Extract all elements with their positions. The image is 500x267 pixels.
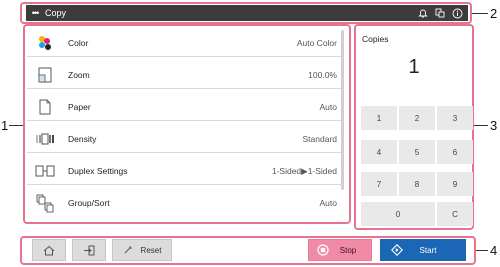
callout-number-2: 2	[490, 6, 498, 21]
setting-value: Standard	[302, 134, 338, 144]
paper-icon	[34, 96, 56, 118]
settings-list: Color Auto Color Zoom 100.0% Paper Auto …	[27, 28, 347, 220]
setting-row-group-sort[interactable]: Group/Sort Auto	[27, 190, 343, 216]
keypad-key-7[interactable]: 7	[361, 172, 397, 196]
setting-row-paper[interactable]: Paper Auto	[27, 94, 343, 121]
setting-value: Auto Color	[296, 38, 337, 48]
home-button[interactable]	[32, 239, 66, 261]
callout-number-4: 4	[490, 243, 498, 258]
setting-label: Group/Sort	[68, 198, 110, 208]
callout-number-3: 3	[490, 118, 498, 133]
setting-row-density[interactable]: Density Standard	[27, 126, 343, 153]
reset-icon	[124, 245, 132, 254]
group-sort-icon	[34, 192, 56, 214]
setting-label: Color	[68, 38, 89, 48]
keypad-key-1[interactable]: 1	[361, 106, 397, 130]
setting-label: Duplex Settings	[68, 166, 128, 176]
density-icon	[34, 128, 56, 150]
setting-row-color[interactable]: Color Auto Color	[27, 30, 343, 57]
zoom-page-icon	[34, 64, 56, 86]
keypad-key-0[interactable]: 0	[361, 202, 435, 226]
callout-line-2	[472, 13, 488, 14]
keypad-key-8[interactable]: 8	[399, 172, 435, 196]
bell-icon[interactable]	[416, 6, 430, 20]
settings-scrollbar[interactable]	[341, 30, 344, 190]
start-label: Start	[419, 245, 437, 255]
info-icon[interactable]	[450, 6, 464, 20]
keypad-key-4[interactable]: 4	[361, 140, 397, 164]
stop-button[interactable]: Stop	[308, 239, 372, 261]
exit-icon	[84, 245, 95, 255]
callout-line-1	[9, 125, 23, 126]
setting-label: Paper	[68, 102, 91, 112]
more-dots-icon[interactable]: •••	[29, 8, 41, 18]
reset-label: Reset	[140, 245, 162, 255]
setting-row-duplex[interactable]: Duplex Settings 1-Sided▶1-Sided	[27, 158, 343, 185]
setting-label: Density	[68, 134, 97, 144]
color-drops-icon	[34, 32, 56, 54]
stop-label: Stop	[339, 245, 357, 255]
screen-title: Copy	[45, 8, 67, 18]
keypad-key-2[interactable]: 2	[399, 106, 435, 130]
stop-icon	[317, 244, 329, 256]
home-icon	[43, 245, 55, 255]
title-bar: ••• Copy	[26, 5, 468, 21]
copies-value: 1	[408, 56, 420, 78]
keypad-key-6[interactable]: 6	[437, 140, 473, 164]
setting-value: 1-Sided▶1-Sided	[271, 165, 337, 176]
callout-line-4	[476, 250, 488, 251]
copies-label: Copies	[362, 34, 389, 44]
keypad-key-9[interactable]: 9	[437, 172, 473, 196]
start-icon	[391, 244, 403, 256]
job-status-icon[interactable]	[433, 6, 447, 20]
setting-row-zoom[interactable]: Zoom 100.0%	[27, 62, 343, 89]
setting-value: 100.0%	[308, 70, 337, 80]
callout-line-3	[474, 125, 488, 126]
setting-label: Zoom	[68, 70, 90, 80]
setting-value: Auto	[319, 102, 338, 112]
setting-value: Auto	[319, 198, 338, 208]
duplex-icon	[34, 160, 56, 182]
start-button[interactable]: Start	[380, 239, 466, 261]
keypad-key-3[interactable]: 3	[437, 106, 473, 130]
keypad-key-clear[interactable]: C	[437, 202, 473, 226]
exit-button[interactable]	[72, 239, 106, 261]
callout-number-1: 1	[1, 118, 9, 133]
keypad-key-5[interactable]: 5	[399, 140, 435, 164]
reset-button[interactable]: Reset	[112, 239, 172, 261]
